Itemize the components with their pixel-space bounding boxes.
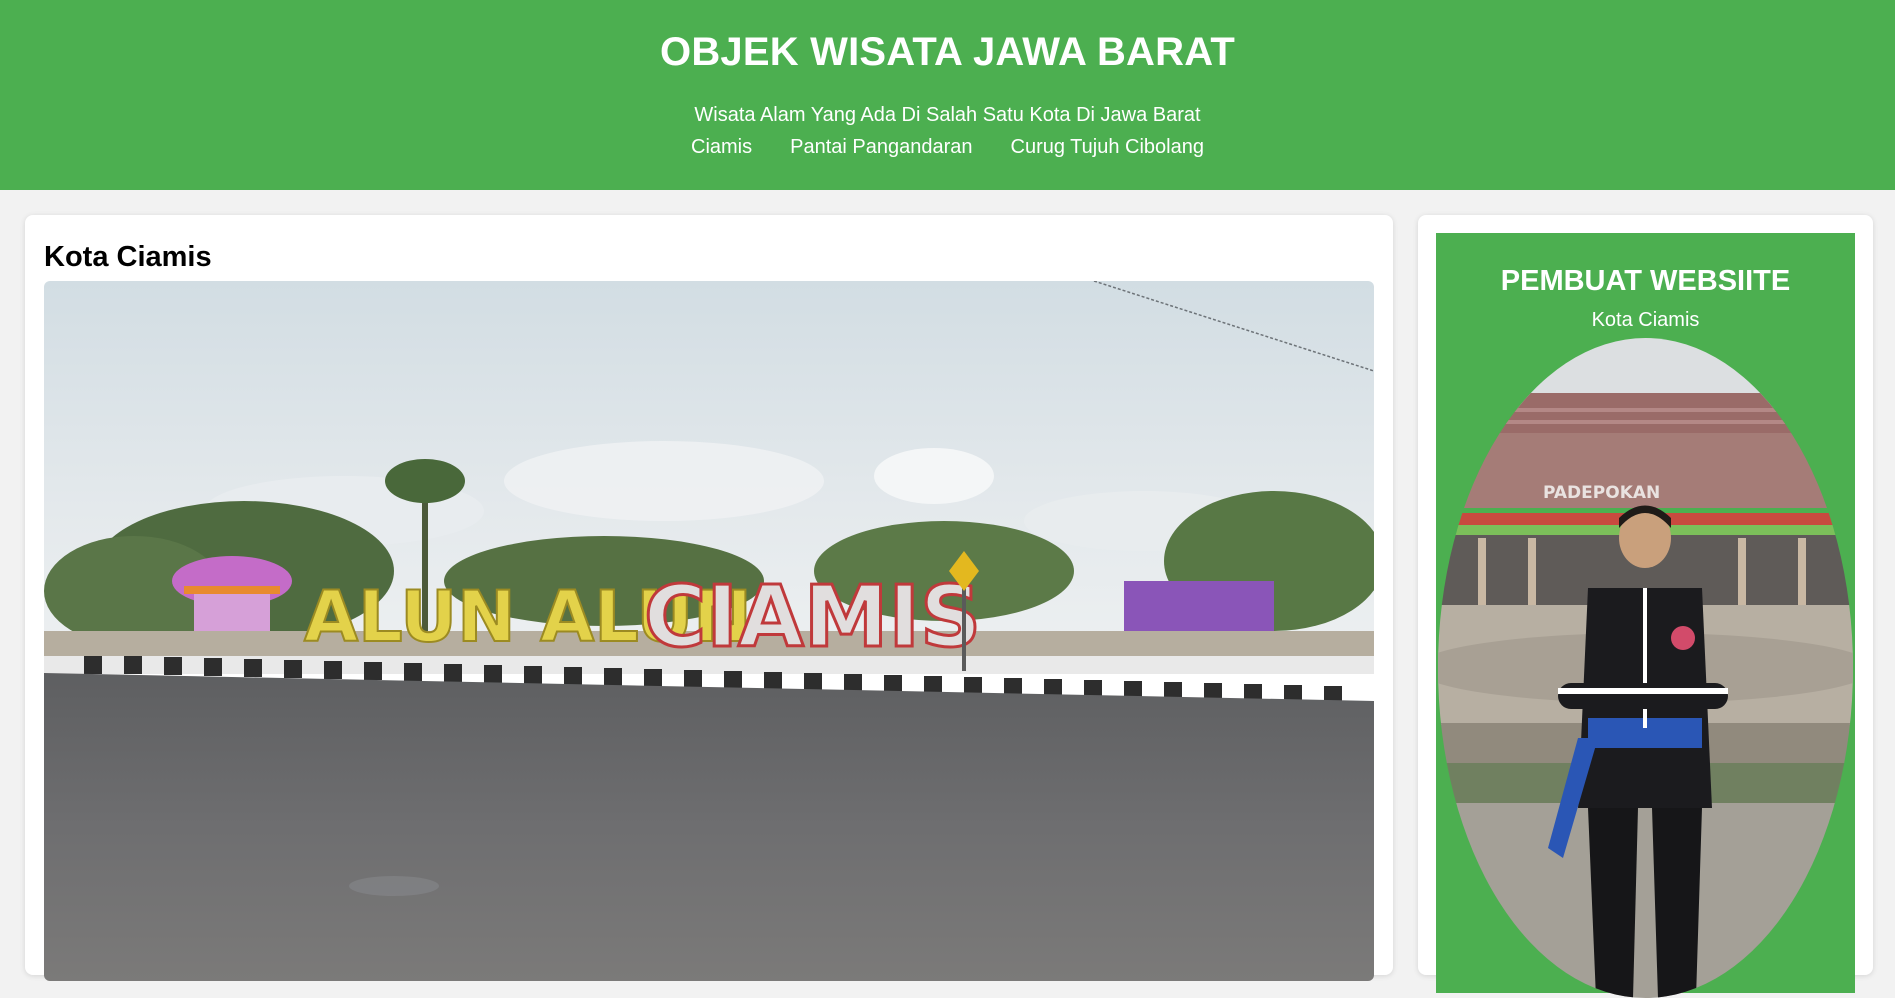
author-subtitle: Kota Ciamis: [1591, 309, 1700, 331]
author-panel: PEMBUAT WEBSIITE Kota Ciamis PADEPOKAN: [1436, 233, 1855, 998]
author-image: PADEPOKAN: [1438, 338, 1853, 998]
main-content-card: Kota Ciamis ALUN ALUN CIAMIS: [25, 215, 1393, 981]
author-title: PEMBUAT WEBSIITE: [1500, 265, 1791, 297]
author-photo: PADEPOKAN: [1438, 338, 1853, 998]
main-nav: Ciamis Pantai Pangandaran Curug Tujuh Ci…: [0, 136, 1895, 159]
nav-link-curug-tujuh-cibolang[interactable]: Curug Tujuh Cibolang: [1011, 136, 1204, 159]
nav-link-pantai-pangandaran[interactable]: Pantai Pangandaran: [790, 136, 972, 159]
alun-alun-ciamis-image: ALUN ALUN CIAMIS: [44, 281, 1374, 981]
main-heading: Kota Ciamis: [44, 241, 212, 273]
svg-text:PADEPOKAN: PADEPOKAN: [1543, 483, 1660, 503]
site-subtitle: Wisata Alam Yang Ada Di Salah Satu Kota …: [694, 104, 1201, 126]
site-header: OBJEK WISATA JAWA BARAT Wisata Alam Yang…: [0, 0, 1895, 190]
site-title: OBJEK WISATA JAWA BARAT: [660, 30, 1235, 74]
nav-link-ciamis[interactable]: Ciamis: [691, 136, 752, 159]
alun-alun-ciamis-photo: ALUN ALUN CIAMIS: [44, 281, 1374, 981]
svg-text:CIAMIS: CIAMIS: [644, 568, 981, 667]
sidebar-card: PEMBUAT WEBSIITE Kota Ciamis PADEPOKAN: [1418, 215, 1873, 998]
